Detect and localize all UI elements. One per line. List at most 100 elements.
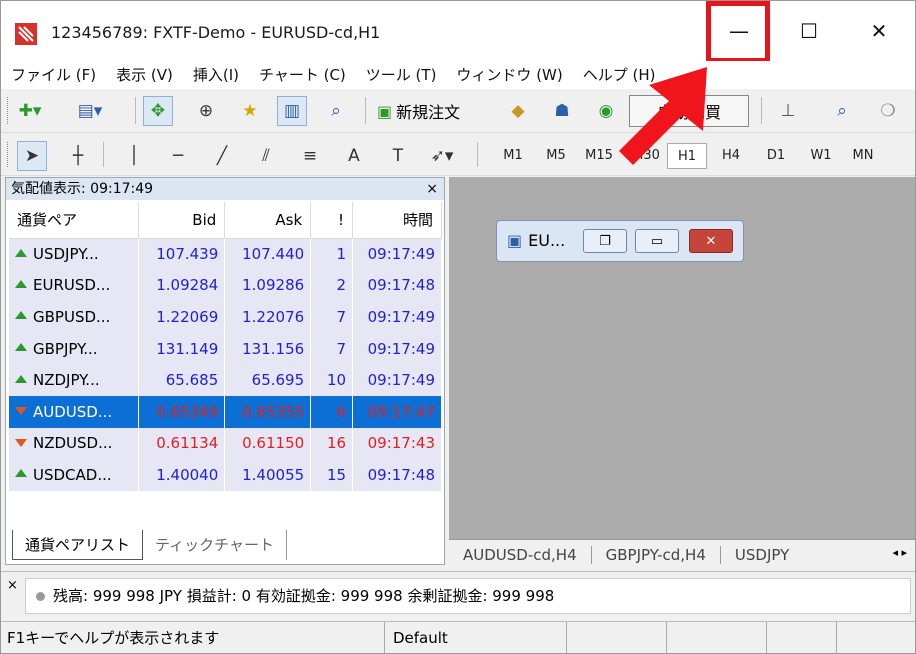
arrow-up-icon <box>15 311 27 320</box>
new-chart-icon[interactable]: ✚▾ <box>15 96 45 126</box>
menu-insert[interactable]: 挿入(I) <box>183 61 249 89</box>
ask-cell: 1.09286 <box>224 269 312 302</box>
close-button[interactable]: ✕ <box>844 1 914 61</box>
column-header-symbol[interactable]: 通貨ペア <box>9 202 140 239</box>
menu-file[interactable]: ファイル (F) <box>1 61 106 89</box>
symbol-cell: EURUSD... <box>9 269 140 302</box>
terminal-icon[interactable]: ▥ <box>277 96 307 126</box>
bid-cell: 1.09284 <box>138 269 226 302</box>
signals-icon[interactable]: ☗ <box>547 96 577 126</box>
spread-cell: 15 <box>310 459 354 491</box>
channel-icon[interactable]: ⫽ <box>251 141 281 171</box>
ask-cell: 107.440 <box>224 238 312 270</box>
table-row[interactable]: AUDUSD... 0.65349 0.65355 6 09:17:47 <box>9 395 442 428</box>
menu-tools[interactable]: ツール (T) <box>356 61 447 89</box>
app-window: 123456789: FXTF-Demo - EURUSD-cd,H1 — ☐ … <box>0 0 916 654</box>
menu-window[interactable]: ウィンドウ (W) <box>446 61 572 89</box>
strategy-tester-icon[interactable]: ⌕ <box>321 96 351 126</box>
vertical-line-icon[interactable]: │ <box>119 141 149 171</box>
toolbar-grip[interactable] <box>7 97 10 124</box>
metaeditor-icon[interactable]: ◆ <box>503 96 533 126</box>
navigator-icon[interactable]: ★ <box>235 96 265 126</box>
timeframe-d1[interactable]: D1 <box>756 143 796 169</box>
spread-cell: 2 <box>310 269 354 302</box>
symbol-cell: AUDUSD... <box>9 395 140 428</box>
trendline-icon[interactable]: ╱ <box>207 141 237 171</box>
market-watch-table: 通貨ペア Bid Ask ! 時間 USDJPY... 107.439 107.44… <box>9 202 442 491</box>
column-header-time[interactable]: 時間 <box>352 202 442 239</box>
timeframe-m1[interactable]: M1 <box>493 143 533 169</box>
time-cell: 09:17:47 <box>352 395 442 428</box>
status-dot-icon <box>36 592 45 601</box>
crosshair-icon[interactable]: ┼ <box>63 141 93 171</box>
fibonacci-icon[interactable]: ≡ <box>295 141 325 171</box>
minimize-highlight-box <box>706 1 770 63</box>
symbol-label: NZDJPY... <box>33 371 100 390</box>
menu-view[interactable]: 表示 (V) <box>106 61 183 89</box>
text-label-icon[interactable]: T <box>383 141 413 171</box>
chart-tab-usdjpy[interactable]: USDJPY <box>721 546 803 564</box>
timeframe-m5[interactable]: M5 <box>536 143 576 169</box>
chart-tabs-bar: AUDUSD-cd,H4 GBPJPY-cd,H4 USDJPY ◂ ▸ <box>449 539 915 569</box>
market-watch-icon[interactable]: ✥ <box>143 96 173 126</box>
profiles-icon[interactable]: ▤▾ <box>75 96 105 126</box>
timeframe-w1[interactable]: W1 <box>801 143 841 169</box>
new-order-button[interactable]: ▣ 新規注文 <box>377 96 460 126</box>
arrow-up-icon <box>15 469 27 478</box>
market-watch-close-button[interactable]: × <box>426 178 438 200</box>
account-balance-text: 残高: 999 998 JPY 損益計: 0 有効証拠金: 999 998 余剰… <box>53 587 555 605</box>
horizontal-line-icon[interactable]: ─ <box>163 141 193 171</box>
column-header-bid[interactable]: Bid <box>138 202 226 239</box>
time-cell: 09:17:49 <box>352 238 442 270</box>
chart-tab-audusd[interactable]: AUDUSD-cd,H4 <box>449 545 592 564</box>
symbol-cell: NZDJPY... <box>9 364 140 396</box>
toolbar-grip[interactable] <box>7 142 10 167</box>
table-row[interactable]: GBPUSD... 1.22069 1.22076 7 09:17:49 <box>9 301 442 333</box>
column-header-spread[interactable]: ! <box>310 202 354 239</box>
bid-cell: 1.22069 <box>138 301 226 333</box>
bid-cell: 65.685 <box>138 364 226 396</box>
arrow-up-icon <box>15 374 27 383</box>
text-icon[interactable]: A <box>339 141 369 171</box>
data-window-icon[interactable]: ⊕ <box>191 96 221 126</box>
chart-tab-gbpjpy[interactable]: GBPJPY-cd,H4 <box>592 545 721 564</box>
maximize-button[interactable]: ☐ <box>774 1 844 61</box>
window-title: 123456789: FXTF-Demo - EURUSD-cd,H1 <box>51 23 381 42</box>
tab-tick-chart[interactable]: ティックチャート <box>143 530 287 560</box>
ask-cell: 0.65355 <box>224 395 312 428</box>
table-row[interactable]: EURUSD... 1.09284 1.09286 2 09:17:48 <box>9 269 442 302</box>
toolbar-separator <box>761 97 762 124</box>
table-row[interactable]: NZDJPY... 65.685 65.695 10 09:17:49 <box>9 364 442 396</box>
timeframe-mn[interactable]: MN <box>843 143 883 169</box>
table-row[interactable]: NZDUSD... 0.61134 0.61150 16 09:17:43 <box>9 427 442 460</box>
chat-icon[interactable]: ❍ <box>873 96 903 126</box>
maximize-chart-button[interactable]: ▭ <box>635 229 679 253</box>
close-chart-button[interactable]: ✕ <box>689 229 733 253</box>
minimized-chart-window[interactable]: ▣ EU... ❐ ▭ ✕ <box>496 220 744 262</box>
bid-cell: 1.40040 <box>138 459 226 491</box>
menu-chart[interactable]: チャート (C) <box>249 61 356 89</box>
ask-cell: 131.156 <box>224 332 312 365</box>
column-header-ask[interactable]: Ask <box>224 202 312 239</box>
chart-shift-icon[interactable]: ⊥ <box>773 96 803 126</box>
terminal-close-button[interactable]: × <box>7 578 18 593</box>
restore-button[interactable]: ❐ <box>583 229 627 253</box>
table-row[interactable]: USDJPY... 107.439 107.440 1 09:17:49 <box>9 238 442 270</box>
symbol-label: GBPJPY... <box>33 339 98 358</box>
arrows-icon[interactable]: ➶▾ <box>427 141 457 171</box>
spread-cell: 6 <box>310 395 354 428</box>
chart-window-icon: ▣ <box>507 231 523 250</box>
time-cell: 09:17:48 <box>352 269 442 302</box>
table-row[interactable]: USDCAD... 1.40040 1.40055 15 09:17:48 <box>9 459 442 491</box>
table-row[interactable]: GBPJPY... 131.149 131.156 7 09:17:49 <box>9 332 442 365</box>
tab-scroll-arrows-icon[interactable]: ◂ ▸ <box>892 546 907 559</box>
standard-toolbar: ✚▾ ▤▾ ✥ ⊕ ★ ▥ ⌕ ▣ 新規注文 ◆ ☗ ◉ 自動売買 ⊥ ⌕ ❍ <box>1 89 915 133</box>
bid-cell: 0.61134 <box>138 427 226 460</box>
cursor-icon[interactable]: ➤ <box>17 141 47 171</box>
spread-cell: 7 <box>310 332 354 365</box>
status-cell <box>567 622 667 654</box>
time-cell: 09:17:43 <box>352 427 442 460</box>
symbol-label: GBPUSD... <box>33 307 111 326</box>
zoom-icon[interactable]: ⌕ <box>827 96 857 126</box>
tab-symbols[interactable]: 通貨ペアリスト <box>12 530 144 560</box>
